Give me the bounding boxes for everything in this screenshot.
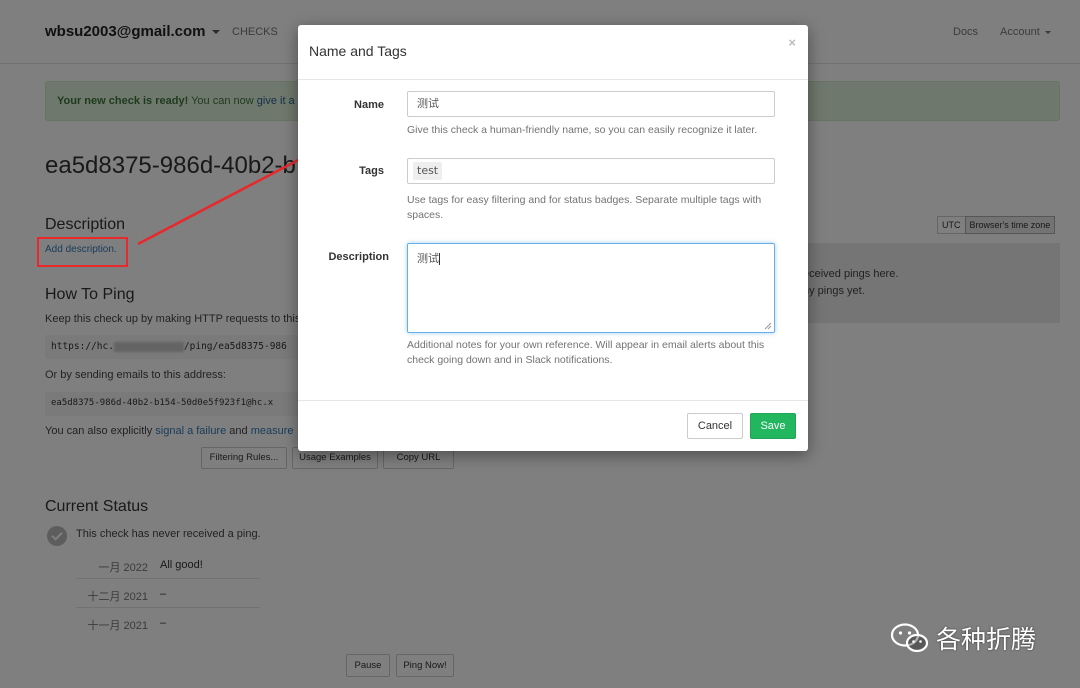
watermark-text: 各种折腾 bbox=[936, 625, 1037, 654]
modal-divider bbox=[298, 400, 808, 401]
description-value: 测试 bbox=[417, 252, 439, 265]
tags-input[interactable]: test bbox=[407, 158, 775, 184]
close-icon[interactable]: × bbox=[788, 35, 796, 50]
save-button[interactable]: Save bbox=[750, 413, 796, 439]
modal-divider bbox=[298, 79, 808, 80]
resize-grip-icon[interactable] bbox=[764, 322, 772, 330]
wechat-icon bbox=[890, 623, 929, 653]
tag-chip[interactable]: test bbox=[413, 162, 443, 180]
annotation-highlight-box bbox=[37, 237, 128, 267]
description-label: Description bbox=[328, 251, 389, 263]
tags-help: Use tags for easy filtering and for stat… bbox=[407, 194, 762, 221]
tags-label: Tags bbox=[359, 165, 384, 177]
cancel-button[interactable]: Cancel bbox=[687, 413, 743, 439]
description-help: Additional notes for your own reference.… bbox=[407, 339, 765, 366]
text-cursor bbox=[439, 253, 440, 265]
description-textarea[interactable]: 测试 bbox=[407, 243, 775, 333]
name-input[interactable]: 测试 bbox=[407, 91, 775, 117]
modal-title: Name and Tags bbox=[309, 43, 407, 59]
watermark: 各种折腾 bbox=[890, 620, 1036, 656]
name-and-tags-modal: Name and Tags × Name 测试 Give this check … bbox=[298, 25, 808, 451]
name-help: Give this check a human-friendly name, s… bbox=[407, 124, 758, 136]
name-label: Name bbox=[354, 99, 384, 111]
